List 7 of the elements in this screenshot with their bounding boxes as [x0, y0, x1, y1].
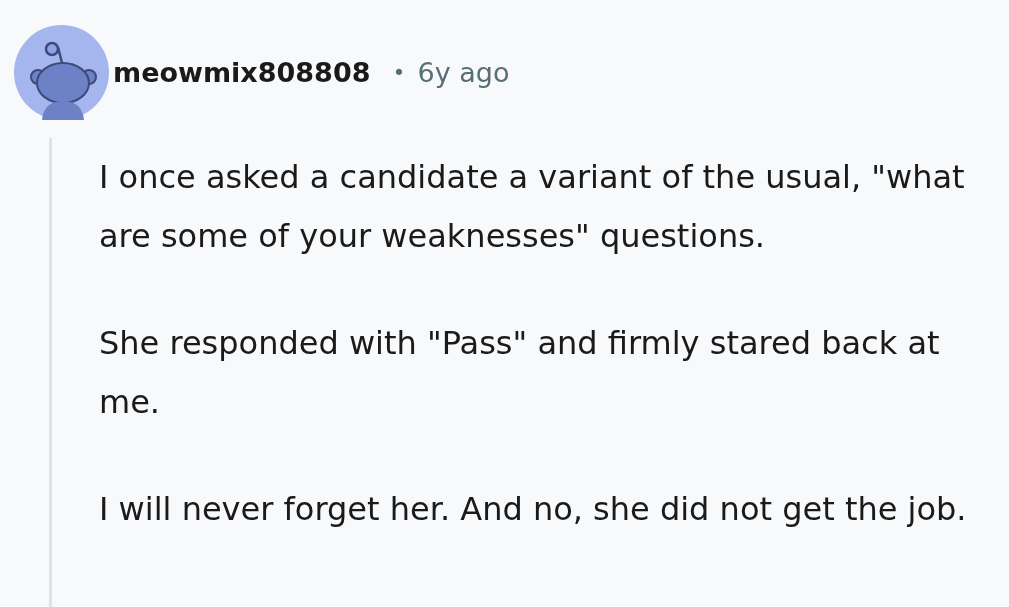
comment-paragraph: I once asked a candidate a variant of the usual, "what are some of your weaknesses" questions.	[99, 157, 966, 257]
separator-dot: •	[392, 60, 406, 85]
comment-paragraph: I will never forget her. And no, she did not get the job.	[99, 489, 968, 530]
avatar-icon	[14, 25, 109, 120]
comment-paragraph: She responded with "Pass" and firmly stared back at me.	[99, 323, 941, 423]
username[interactable]: meowmix808808	[113, 57, 371, 88]
timestamp: 6y ago	[417, 57, 510, 88]
